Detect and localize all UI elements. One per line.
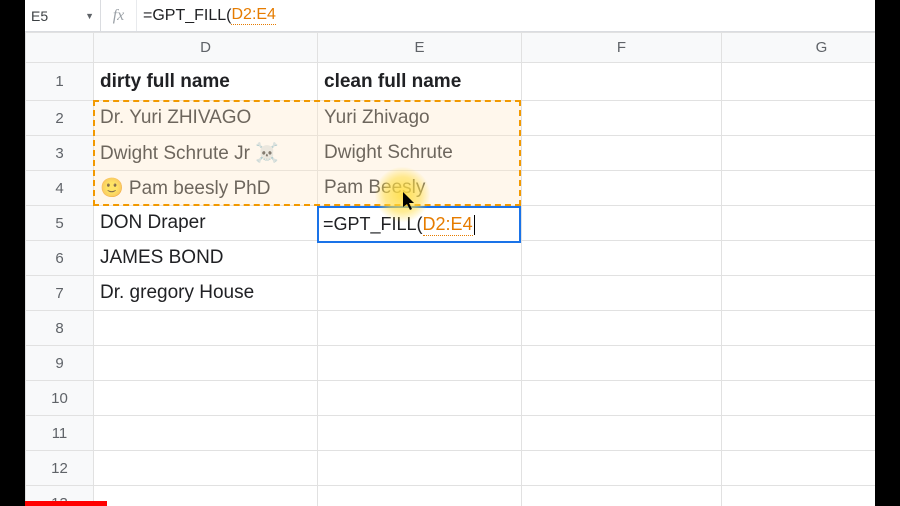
cell-E6[interactable]	[318, 241, 522, 276]
edit-fn: GPT_FILL	[334, 214, 417, 235]
cell-G3[interactable]	[722, 136, 876, 171]
col-header-G[interactable]: G	[722, 33, 876, 63]
cell-F1[interactable]	[522, 63, 722, 101]
spreadsheet-grid[interactable]: D E F G 1 dirty full name clean full nam…	[25, 32, 875, 506]
cell-G12[interactable]	[722, 451, 876, 486]
cell-D6[interactable]: JAMES BOND	[94, 241, 318, 276]
cell-D11[interactable]	[94, 416, 318, 451]
cell-G7[interactable]	[722, 276, 876, 311]
cell-E4[interactable]: Pam Beesly	[318, 171, 522, 206]
row-header-1[interactable]: 1	[26, 63, 94, 101]
cell-G13[interactable]	[722, 486, 876, 506]
video-progress-bar[interactable]	[25, 501, 107, 506]
cell-F3[interactable]	[522, 136, 722, 171]
cell-E8[interactable]	[318, 311, 522, 346]
cell-G5[interactable]	[722, 206, 876, 241]
name-box[interactable]: E5 ▼	[25, 0, 100, 31]
row-header-3[interactable]: 3	[26, 136, 94, 171]
cell-G1[interactable]	[722, 63, 876, 101]
row-header-5[interactable]: 5	[26, 206, 94, 241]
corner-cell[interactable]	[26, 33, 94, 63]
row-header-9[interactable]: 9	[26, 346, 94, 381]
cell-E12[interactable]	[318, 451, 522, 486]
cell-D7[interactable]: Dr. gregory House	[94, 276, 318, 311]
cell-D8[interactable]	[94, 311, 318, 346]
cells-table: D E F G 1 dirty full name clean full nam…	[25, 32, 875, 506]
col-header-D[interactable]: D	[94, 33, 318, 63]
fx-icon: fx	[100, 0, 136, 31]
cell-D1[interactable]: dirty full name	[94, 63, 318, 101]
cell-F4[interactable]	[522, 171, 722, 206]
cell-F7[interactable]	[522, 276, 722, 311]
cell-E1[interactable]: clean full name	[318, 63, 522, 101]
cell-F13[interactable]	[522, 486, 722, 506]
text-caret-icon	[474, 215, 475, 235]
cell-E7[interactable]	[318, 276, 522, 311]
cell-G8[interactable]	[722, 311, 876, 346]
cell-F6[interactable]	[522, 241, 722, 276]
row-header-2[interactable]: 2	[26, 101, 94, 136]
cell-D4[interactable]: 🙂 Pam beesly PhD	[94, 171, 318, 206]
cell-E9[interactable]	[318, 346, 522, 381]
cell-D12[interactable]	[94, 451, 318, 486]
cell-E3[interactable]: Dwight Schrute	[318, 136, 522, 171]
col-header-F[interactable]: F	[522, 33, 722, 63]
cell-F2[interactable]	[522, 101, 722, 136]
cell-D13[interactable]	[94, 486, 318, 506]
cell-G10[interactable]	[722, 381, 876, 416]
cell-F5[interactable]	[522, 206, 722, 241]
col-header-E[interactable]: E	[318, 33, 522, 63]
row-header-10[interactable]: 10	[26, 381, 94, 416]
cell-G11[interactable]	[722, 416, 876, 451]
row-header-6[interactable]: 6	[26, 241, 94, 276]
formula-bar: E5 ▼ fx =GPT_FILL(D2:E4	[25, 0, 875, 32]
cell-D3[interactable]: Dwight Schrute Jr ☠️	[94, 136, 318, 171]
cell-D9[interactable]	[94, 346, 318, 381]
name-box-value: E5	[31, 8, 48, 24]
cell-E11[interactable]	[318, 416, 522, 451]
cell-F11[interactable]	[522, 416, 722, 451]
row-header-11[interactable]: 11	[26, 416, 94, 451]
cell-F12[interactable]	[522, 451, 722, 486]
active-cell-editor[interactable]: =GPT_FILL(D2:E4	[317, 206, 521, 243]
cell-F9[interactable]	[522, 346, 722, 381]
cell-F10[interactable]	[522, 381, 722, 416]
formula-input[interactable]: =GPT_FILL(D2:E4	[136, 0, 875, 31]
cell-D10[interactable]	[94, 381, 318, 416]
row-header-4[interactable]: 4	[26, 171, 94, 206]
cell-E13[interactable]	[318, 486, 522, 506]
cell-E10[interactable]	[318, 381, 522, 416]
cell-E2[interactable]: Yuri Zhivago	[318, 101, 522, 136]
formula-eq: =	[143, 7, 152, 25]
row-header-7[interactable]: 7	[26, 276, 94, 311]
formula-fn: GPT_FILL	[152, 7, 226, 25]
edit-eq: =	[323, 214, 334, 235]
cell-G2[interactable]	[722, 101, 876, 136]
edit-range: D2:E4	[423, 214, 473, 236]
cell-D5[interactable]: DON Draper	[94, 206, 318, 241]
cell-G4[interactable]	[722, 171, 876, 206]
cell-D2[interactable]: Dr. Yuri ZHIVAGO	[94, 101, 318, 136]
row-header-8[interactable]: 8	[26, 311, 94, 346]
cell-F8[interactable]	[522, 311, 722, 346]
cell-G6[interactable]	[722, 241, 876, 276]
cell-G9[interactable]	[722, 346, 876, 381]
letterbox-right	[875, 0, 900, 506]
formula-range: D2:E4	[231, 6, 275, 25]
name-box-dropdown-icon[interactable]: ▼	[85, 11, 94, 21]
letterbox-left	[0, 0, 25, 506]
row-header-12[interactable]: 12	[26, 451, 94, 486]
